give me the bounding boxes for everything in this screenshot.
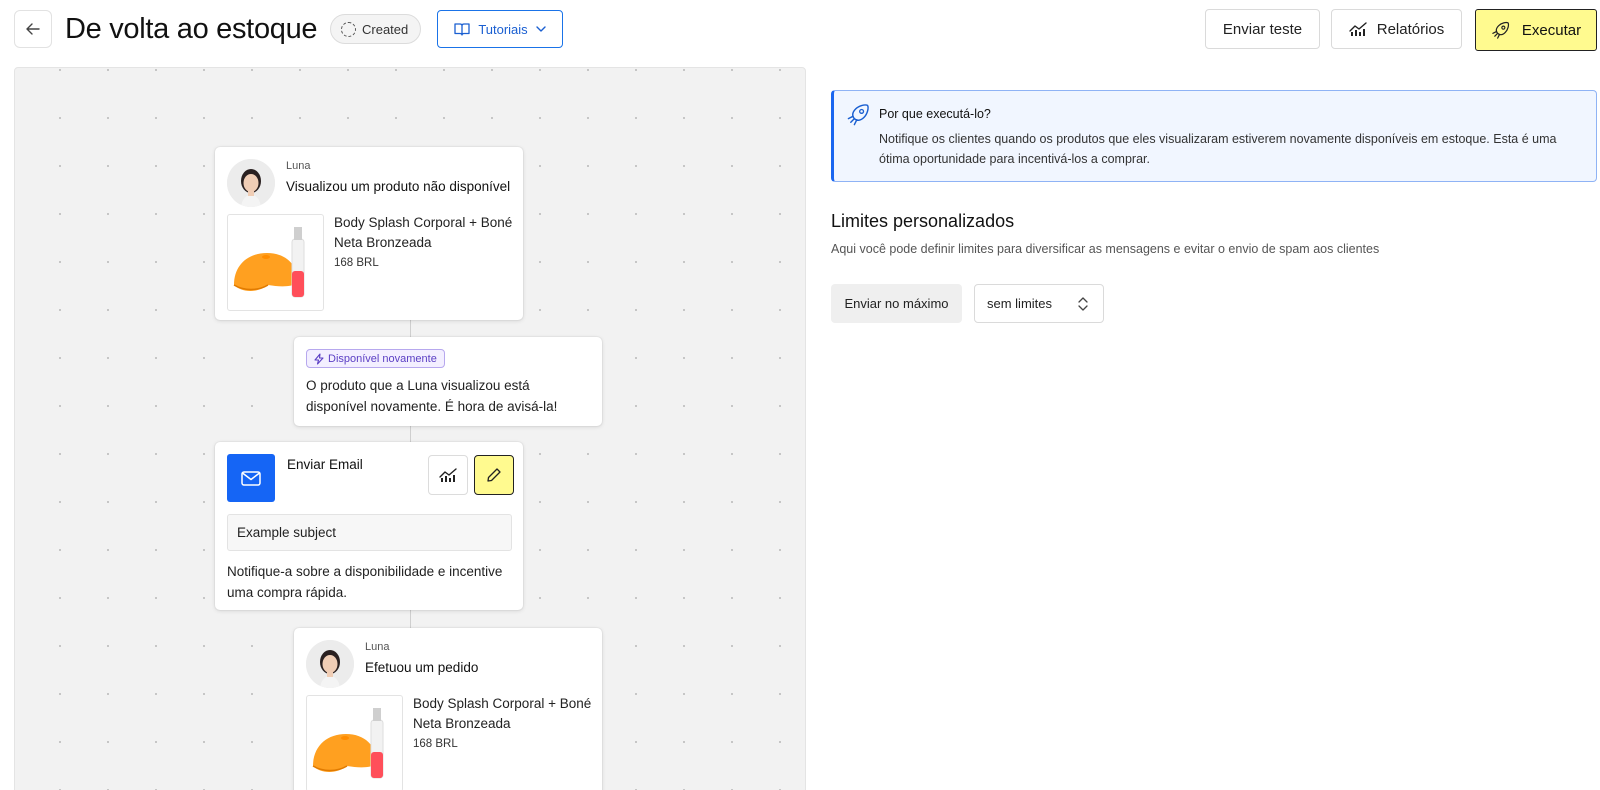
rocket-icon (847, 104, 869, 126)
dashed-circle-icon (341, 21, 356, 37)
product-image (227, 214, 324, 311)
email-icon-box (227, 454, 275, 502)
chart-icon (439, 468, 457, 482)
trigger-badge: Disponível novamente (306, 349, 445, 368)
tutorials-label: Tutoriais (478, 21, 528, 37)
status-badge: Created (330, 14, 422, 44)
top-bar: De volta ao estoque Created Tutoriais En… (0, 0, 1600, 60)
trigger-badge-label: Disponível novamente (328, 352, 437, 365)
card-user-name: Luna (286, 160, 311, 172)
book-icon (454, 23, 470, 36)
card-event-title: Visualizou um produto não disponível (286, 179, 511, 194)
avatar (306, 640, 354, 688)
limits-description: Aqui você pode definir limites para dive… (831, 242, 1380, 256)
reports-button[interactable]: Relatórios (1331, 9, 1462, 49)
page-title: De volta ao estoque (65, 13, 318, 45)
product-name: Body Splash Corporal + Boné Neta Bronzea… (413, 696, 592, 731)
product-name: Body Splash Corporal + Boné Neta Bronzea… (334, 215, 513, 250)
send-max-label: Enviar no máximo (831, 284, 962, 323)
product-image (306, 695, 403, 790)
send-test-label: Enviar teste (1222, 20, 1303, 38)
email-stats-button[interactable] (428, 455, 468, 495)
send-test-button[interactable]: Enviar teste (1205, 9, 1320, 49)
email-description: Notifique-a sobre a disponibilidade e in… (227, 564, 503, 600)
limits-title: Limites personalizados (831, 211, 1015, 231)
status-label: Created (362, 21, 409, 37)
bolt-icon (314, 352, 324, 365)
back-button[interactable] (14, 10, 52, 48)
trigger-description: O produto que a Luna visualizou está dis… (306, 378, 558, 414)
run-button[interactable]: Executar (1475, 9, 1597, 51)
mail-icon (241, 470, 261, 486)
limit-select[interactable]: sem limites (974, 284, 1104, 323)
run-label: Executar (1521, 21, 1582, 39)
why-run-info-box: Por que executá-lo? Notifique os cliente… (831, 90, 1597, 182)
reports-label: Relatórios (1376, 20, 1445, 38)
info-title: Por que executá-lo? (879, 107, 991, 121)
email-edit-button[interactable] (474, 455, 514, 495)
updown-chevron-icon (1078, 297, 1088, 311)
rocket-icon (1492, 21, 1509, 39)
avatar (227, 159, 275, 207)
back-arrow-icon (26, 23, 40, 35)
chart-icon (1349, 22, 1367, 36)
email-subject-field: Example subject (227, 514, 512, 551)
chevron-down-icon (535, 26, 546, 32)
email-action-card[interactable]: Enviar Email Example subject Notifique-a… (215, 442, 523, 610)
email-action-title: Enviar Email (287, 457, 363, 472)
info-text: Notifique os clientes quando os produtos… (879, 132, 1557, 166)
limit-select-value: sem limites (987, 296, 1053, 311)
order-event-card[interactable]: Luna Efetuou um pedido Body Splash Corpo… (294, 628, 602, 790)
tutorials-dropdown[interactable]: Tutoriais (437, 10, 563, 48)
pencil-icon (487, 468, 501, 482)
product-price: 168 BRL (334, 257, 379, 269)
view-event-card[interactable]: Luna Visualizou um produto não disponíve… (215, 147, 523, 320)
card-event-title: Efetuou um pedido (365, 660, 479, 675)
product-price: 168 BRL (413, 738, 458, 750)
flow-canvas[interactable]: Luna Visualizou um produto não disponíve… (14, 67, 806, 790)
card-user-name: Luna (365, 641, 390, 653)
trigger-card[interactable]: Disponível novamente O produto que a Lun… (294, 337, 602, 426)
